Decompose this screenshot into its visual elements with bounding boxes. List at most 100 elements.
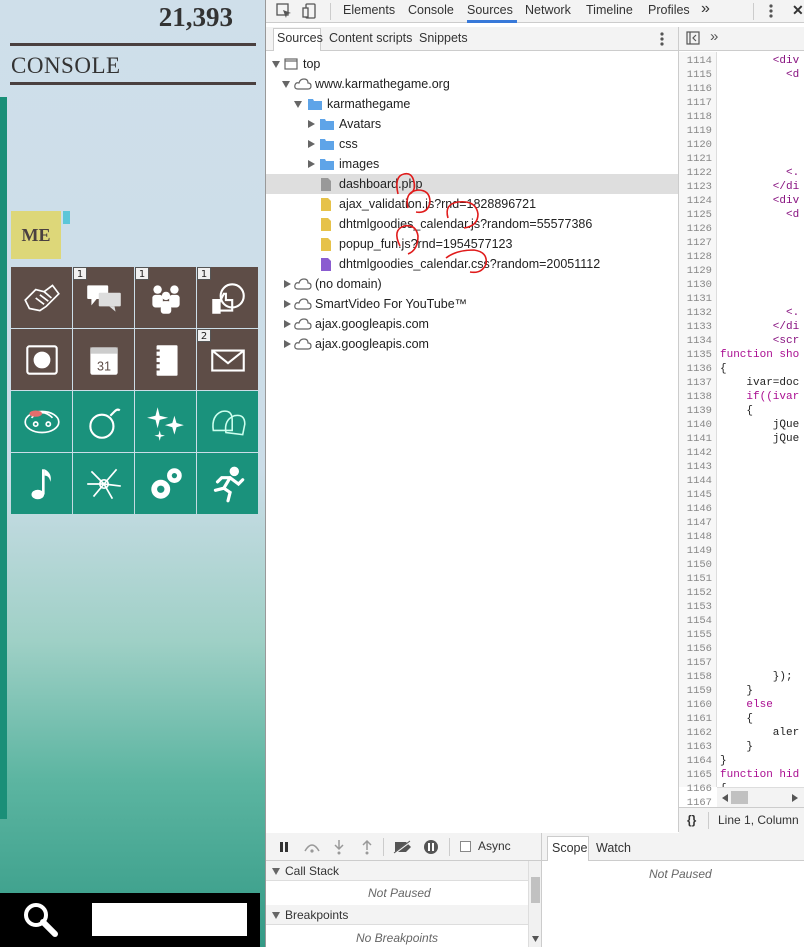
expand-arrow-icon[interactable] xyxy=(272,61,280,68)
line-number[interactable]: 1160 xyxy=(687,698,712,712)
line-number[interactable]: 1125 xyxy=(687,208,712,222)
tab-sources[interactable]: Sources xyxy=(467,3,513,17)
safe-tile[interactable] xyxy=(11,329,72,390)
line-number[interactable]: 1124 xyxy=(687,194,712,208)
line-number[interactable]: 1122 xyxy=(687,166,712,180)
tab-timeline[interactable]: Timeline xyxy=(586,3,633,17)
line-number[interactable]: 1156 xyxy=(687,642,712,656)
line-number[interactable]: 1140 xyxy=(687,418,712,432)
line-number[interactable]: 1136 xyxy=(687,362,712,376)
close-icon[interactable]: ✕ xyxy=(792,2,804,19)
line-number[interactable]: 1134 xyxy=(687,334,712,348)
tree-node-domain[interactable]: www.karmathegame.org xyxy=(266,74,679,94)
line-number[interactable]: 1149 xyxy=(687,544,712,558)
line-number[interactable]: 1147 xyxy=(687,516,712,530)
search-icon[interactable] xyxy=(22,901,58,937)
line-number[interactable]: 1138 xyxy=(687,390,712,404)
line-number[interactable]: 1157 xyxy=(687,656,712,670)
collapse-arrow-icon[interactable] xyxy=(308,140,315,148)
music-tile[interactable] xyxy=(11,453,72,514)
step-over-icon[interactable] xyxy=(303,841,321,853)
line-number[interactable]: 1154 xyxy=(687,614,712,628)
tree-node-domain[interactable]: (no domain) xyxy=(266,274,679,294)
line-number[interactable]: 1159 xyxy=(687,684,712,698)
turtle-tile[interactable] xyxy=(11,391,72,452)
scroll-left-icon[interactable] xyxy=(721,793,729,803)
line-number[interactable]: 1119 xyxy=(687,124,712,138)
tree-node-domain[interactable]: ajax.googleapis.com xyxy=(266,314,679,334)
tree-node-file[interactable]: popup_fun.js?rnd=1954577123 xyxy=(266,234,679,254)
tree-node-file[interactable]: ajax_validation.js?rnd=1828896721 xyxy=(266,194,679,214)
expand-arrow-icon[interactable] xyxy=(272,912,280,919)
line-number[interactable]: 1129 xyxy=(687,264,712,278)
line-number[interactable]: 1139 xyxy=(687,404,712,418)
line-number[interactable]: 1116 xyxy=(687,82,712,96)
expand-arrow-icon[interactable] xyxy=(294,101,302,108)
toggle-navigator-icon[interactable] xyxy=(686,31,700,45)
pause-on-exceptions-icon[interactable] xyxy=(423,839,439,855)
line-number[interactable]: 1152 xyxy=(687,586,712,600)
line-number[interactable]: 1153 xyxy=(687,600,712,614)
line-number[interactable]: 1137 xyxy=(687,376,712,390)
line-number[interactable]: 1143 xyxy=(687,460,712,474)
line-number[interactable]: 1142 xyxy=(687,446,712,460)
horizontal-scrollbar[interactable] xyxy=(717,787,804,807)
line-number[interactable]: 1141 xyxy=(687,432,712,446)
runner-tile[interactable] xyxy=(197,453,258,514)
tab-watch[interactable]: Watch xyxy=(596,841,631,855)
boxing-tile[interactable] xyxy=(197,391,258,452)
more-files-icon[interactable]: » xyxy=(710,28,718,45)
line-number[interactable]: 1130 xyxy=(687,278,712,292)
line-number[interactable]: 1114 xyxy=(687,54,712,68)
line-number[interactable]: 1131 xyxy=(687,292,712,306)
collapse-arrow-icon[interactable] xyxy=(284,320,291,328)
collapse-arrow-icon[interactable] xyxy=(308,120,315,128)
step-into-icon[interactable] xyxy=(333,839,345,855)
line-number[interactable]: 1126 xyxy=(687,222,712,236)
collapse-arrow-icon[interactable] xyxy=(284,280,291,288)
gears-tile[interactable] xyxy=(135,453,196,514)
subtab-sources[interactable]: Sources xyxy=(277,31,323,45)
search-input[interactable] xyxy=(92,903,247,936)
line-number[interactable]: 1120 xyxy=(687,138,712,152)
line-number[interactable]: 1123 xyxy=(687,180,712,194)
inspect-element-icon[interactable] xyxy=(276,3,292,19)
line-number[interactable]: 1166 xyxy=(687,782,712,796)
code-editor[interactable]: <div <d <. </di <div <d <. </di <scr func… xyxy=(717,52,804,787)
tab-elements[interactable]: Elements xyxy=(343,3,395,17)
vertical-scrollbar[interactable] xyxy=(528,861,541,947)
line-number[interactable]: 1146 xyxy=(687,502,712,516)
navigator-menu-icon[interactable] xyxy=(657,31,667,47)
async-checkbox[interactable] xyxy=(460,841,471,852)
chat-tile[interactable]: 1 xyxy=(73,267,134,328)
line-number[interactable]: 1155 xyxy=(687,628,712,642)
sparkles-tile[interactable] xyxy=(135,391,196,452)
me-button[interactable]: ME xyxy=(11,211,61,259)
scroll-thumb[interactable] xyxy=(731,791,748,804)
notebook-tile[interactable] xyxy=(135,329,196,390)
scroll-right-icon[interactable] xyxy=(791,793,799,803)
subtab-content-scripts[interactable]: Content scripts xyxy=(329,31,412,45)
expand-arrow-icon[interactable] xyxy=(282,81,290,88)
line-number[interactable]: 1144 xyxy=(687,474,712,488)
tree-node-subfolder[interactable]: css xyxy=(266,134,679,154)
line-number[interactable]: 1151 xyxy=(687,572,712,586)
tab-network[interactable]: Network xyxy=(525,3,571,17)
handshake-tile[interactable] xyxy=(11,267,72,328)
line-number[interactable]: 1161 xyxy=(687,712,712,726)
line-number[interactable]: 1133 xyxy=(687,320,712,334)
kebab-menu-icon[interactable] xyxy=(766,3,776,19)
line-number[interactable]: 1128 xyxy=(687,250,712,264)
line-number[interactable]: 1115 xyxy=(687,68,712,82)
scroll-down-icon[interactable] xyxy=(531,935,540,943)
line-number[interactable]: 1121 xyxy=(687,152,712,166)
collapse-arrow-icon[interactable] xyxy=(308,160,315,168)
tree-node-subfolder[interactable]: images xyxy=(266,154,679,174)
line-number[interactable]: 1117 xyxy=(687,96,712,110)
line-number[interactable]: 1118 xyxy=(687,110,712,124)
collapse-arrow-icon[interactable] xyxy=(284,300,291,308)
line-number[interactable]: 1158 xyxy=(687,670,712,684)
step-out-icon[interactable] xyxy=(361,839,373,855)
line-number[interactable]: 1148 xyxy=(687,530,712,544)
calendar-tile[interactable]: 31 xyxy=(73,329,134,390)
